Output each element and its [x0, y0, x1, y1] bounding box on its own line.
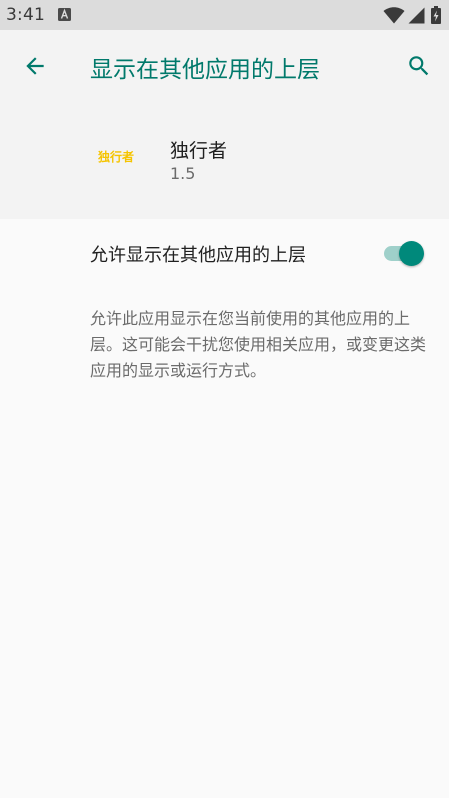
back-button[interactable]: [11, 42, 59, 90]
overlay-permission-toggle[interactable]: [382, 240, 426, 266]
wifi-icon: [383, 7, 405, 24]
status-time: 3:41: [6, 5, 45, 25]
permission-row[interactable]: 允许显示在其他应用的上层: [0, 219, 449, 287]
permission-label: 允许显示在其他应用的上层: [90, 245, 306, 266]
app-logo: 独行者: [98, 150, 135, 164]
permission-description: 允许此应用显示在您当前使用的其他应用的上层。这可能会干扰您使用相关应用，或变更这…: [90, 309, 427, 380]
arrow-back-icon: [26, 57, 44, 75]
status-bar: 3:41: [0, 0, 449, 30]
cell-signal-icon: [408, 7, 425, 24]
app-name: 独行者: [170, 140, 228, 162]
app-bar: 显示在其他应用的上层: [0, 30, 449, 102]
app-header: 独行者 独行者 1.5: [0, 102, 449, 219]
page-title: 显示在其他应用的上层: [90, 57, 320, 83]
search-button[interactable]: [395, 42, 443, 90]
accessibility-a-icon: [58, 8, 71, 21]
search-icon: [409, 56, 429, 76]
toggle-thumb: [399, 241, 424, 266]
app-version: 1.5: [170, 164, 196, 183]
battery-charging-icon: [431, 6, 441, 24]
